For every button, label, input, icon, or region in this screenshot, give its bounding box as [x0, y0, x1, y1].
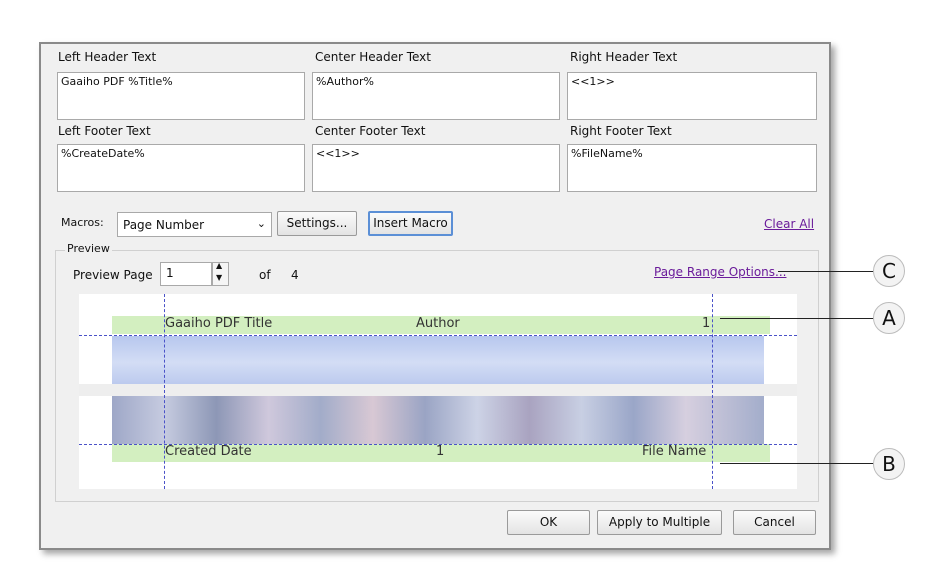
callout-c: C: [873, 255, 905, 287]
header-footer-dialog: Left Header Text Gaaiho PDF %Title% Cent…: [39, 42, 831, 550]
page-spinner[interactable]: ▲ ▼: [212, 261, 229, 286]
callout-line-a: [720, 318, 876, 319]
callout-line-c: [778, 271, 876, 272]
preview-canvas: Gaaiho PDF Title Author 1 Created Date 1…: [79, 294, 797, 489]
preview-page-label: Preview Page: [73, 268, 153, 282]
cancel-button[interactable]: Cancel: [733, 510, 816, 535]
clear-all-link[interactable]: Clear All: [764, 217, 814, 231]
page-content-bottom: [112, 396, 764, 444]
preview-header-left: Gaaiho PDF Title: [165, 316, 273, 331]
callout-a: A: [873, 302, 905, 334]
center-footer-field[interactable]: <<1>>: [312, 144, 560, 192]
right-header-label: Right Header Text: [570, 50, 678, 64]
callout-line-b: [720, 463, 876, 464]
header-margin-guide: [79, 335, 797, 336]
center-header-label: Center Header Text: [315, 50, 431, 64]
footer-preview-band: Created Date 1 File Name: [112, 444, 770, 462]
page-range-options-link[interactable]: Page Range Options...: [654, 265, 786, 279]
preview-header-right: 1: [702, 316, 711, 331]
left-footer-field[interactable]: %CreateDate%: [57, 144, 305, 192]
preview-header-center: Author: [416, 316, 460, 331]
spin-up-icon[interactable]: ▲: [216, 261, 222, 270]
preview-footer-right: File Name: [642, 444, 707, 459]
preview-group-label: Preview: [65, 242, 112, 255]
center-header-field[interactable]: %Author%: [312, 72, 560, 120]
macros-label: Macros:: [61, 216, 104, 229]
total-pages: 4: [291, 268, 299, 282]
preview-page-input[interactable]: 1: [160, 262, 212, 286]
footer-margin-guide: [79, 444, 797, 445]
right-footer-field[interactable]: %FileName%: [567, 144, 817, 192]
right-header-field[interactable]: <<1>>: [567, 72, 817, 120]
page-content-top: [112, 336, 764, 384]
header-preview-band: Gaaiho PDF Title Author 1: [112, 316, 770, 334]
insert-macro-button[interactable]: Insert Macro: [368, 211, 453, 236]
left-header-field[interactable]: Gaaiho PDF %Title%: [57, 72, 305, 120]
right-margin-guide: [712, 294, 713, 489]
preview-footer-left: Created Date: [165, 444, 252, 459]
preview-footer-center: 1: [436, 444, 445, 459]
callout-b: B: [873, 448, 905, 480]
left-footer-label: Left Footer Text: [58, 124, 151, 138]
apply-to-multiple-button[interactable]: Apply to Multiple: [597, 510, 722, 535]
macros-select-value: Page Number: [123, 218, 205, 232]
page-separator: [79, 384, 797, 396]
center-footer-label: Center Footer Text: [315, 124, 426, 138]
settings-button[interactable]: Settings...: [277, 211, 357, 236]
macros-select[interactable]: Page Number ⌄: [117, 212, 272, 237]
chevron-down-icon: ⌄: [256, 217, 266, 230]
ok-button[interactable]: OK: [507, 510, 590, 535]
left-header-label: Left Header Text: [58, 50, 157, 64]
spin-down-icon[interactable]: ▼: [216, 273, 222, 282]
right-footer-label: Right Footer Text: [570, 124, 672, 138]
left-margin-guide: [164, 294, 165, 489]
of-label: of: [259, 268, 271, 282]
